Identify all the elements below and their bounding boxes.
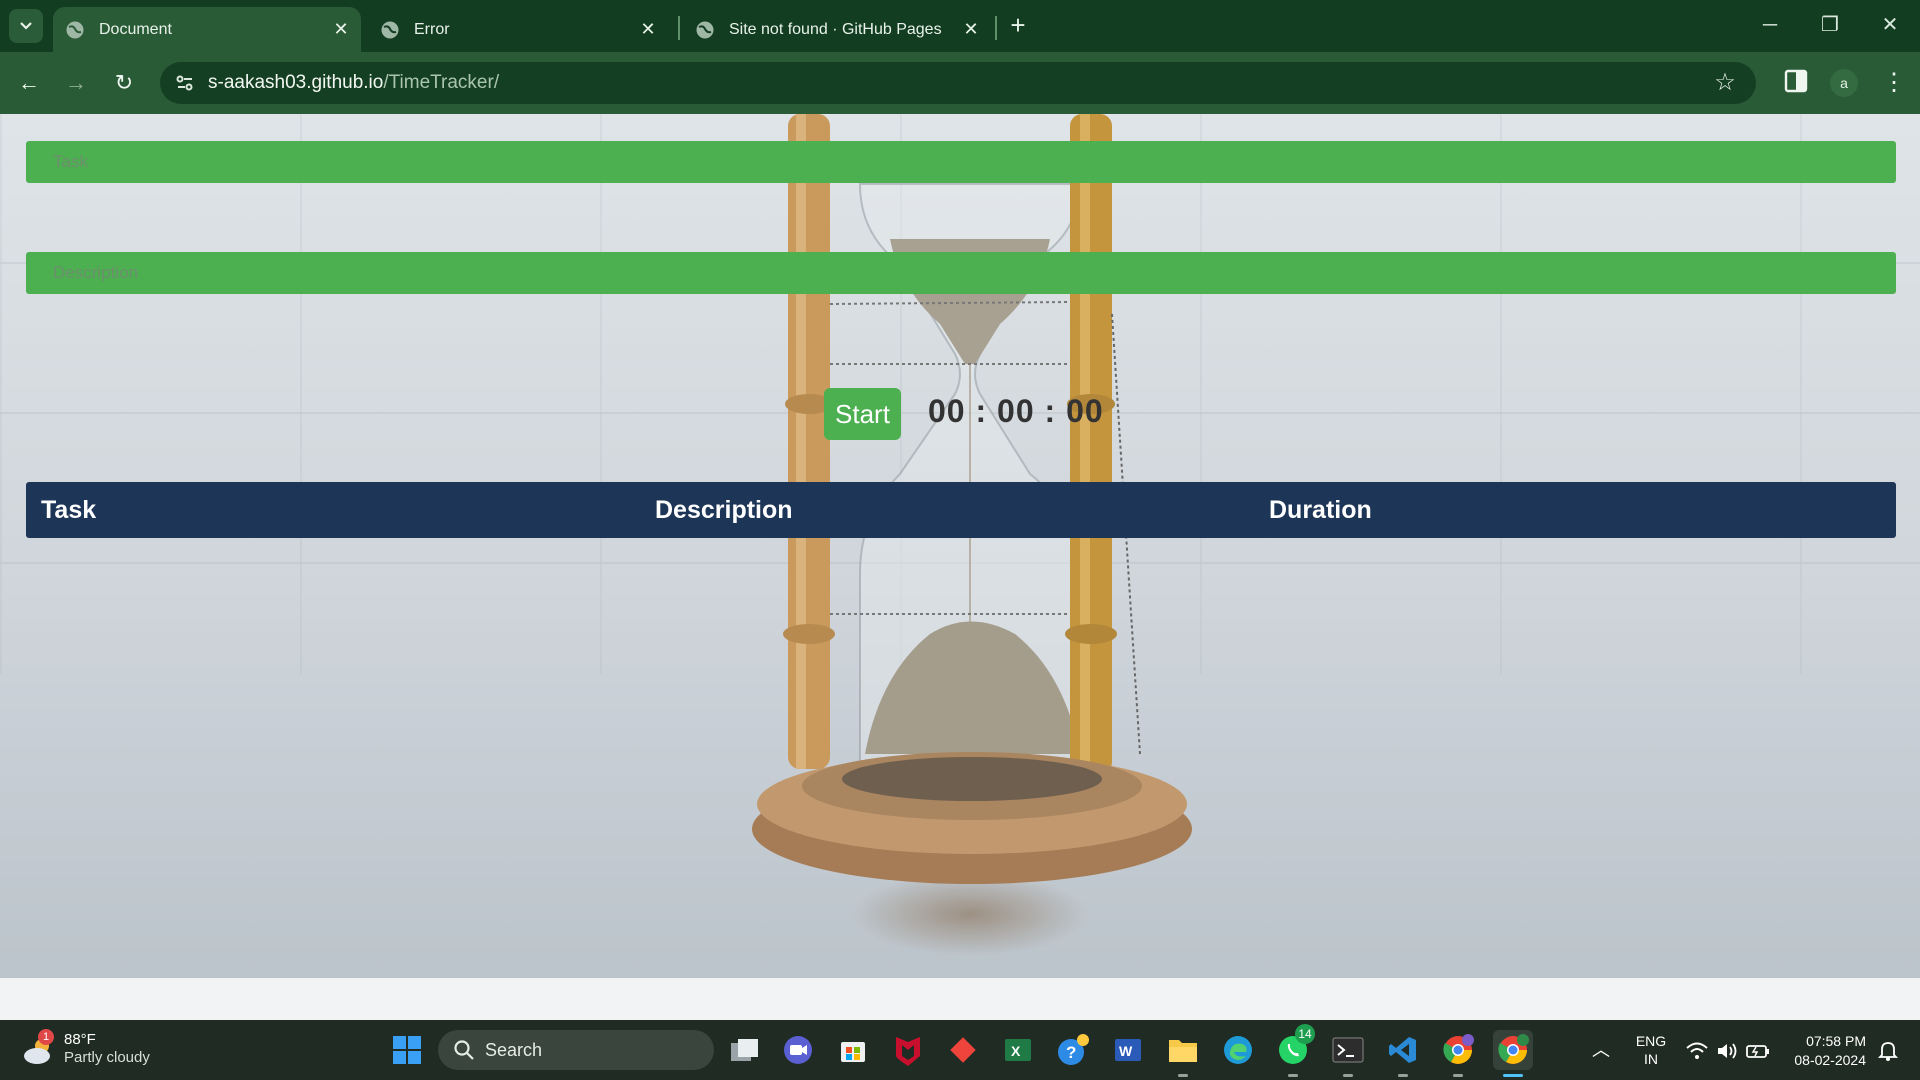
excel-icon[interactable]: X	[998, 1030, 1038, 1070]
new-tab-button[interactable]: +	[1004, 12, 1032, 40]
weather-widget[interactable]: 1 88°F Partly cloudy	[22, 1029, 202, 1071]
globe-icon	[696, 21, 714, 38]
weather-condition: Partly cloudy	[64, 1049, 150, 1066]
meet-icon[interactable]	[778, 1030, 818, 1070]
windows-logo-icon	[393, 1036, 421, 1064]
weather-alert-badge: 1	[38, 1029, 54, 1045]
timer-seconds: 00	[1066, 393, 1104, 429]
whatsapp-unread-badge: 14	[1295, 1024, 1315, 1044]
side-panel-icon[interactable]	[1783, 66, 1809, 96]
show-hidden-icons-chevron-icon[interactable]: ︿	[1592, 1036, 1610, 1062]
globe-icon	[381, 21, 399, 38]
tab-strip: Document ✕ Error ✕ Site not found · GitH…	[0, 0, 1920, 52]
word-icon[interactable]: W	[1108, 1030, 1148, 1070]
microsoft-store-icon[interactable]	[833, 1030, 873, 1070]
tab-title: Site not found · GitHub Pages	[729, 20, 942, 38]
language-line1: ENG	[1635, 1033, 1667, 1049]
svg-text:W: W	[1119, 1043, 1133, 1059]
weather-temp: 88°F	[64, 1031, 96, 1048]
chrome-profile-a-icon[interactable]	[1438, 1030, 1478, 1070]
running-indicator	[1288, 1074, 1298, 1077]
language-line2: IN	[1644, 1051, 1658, 1067]
taskbar: 1 88°F Partly cloudy Search X ? W 14 ︿ E…	[0, 1020, 1920, 1080]
tab-site-not-found[interactable]: Site not found · GitHub Pages ✕	[683, 7, 991, 52]
tab-document[interactable]: Document ✕	[53, 7, 361, 52]
description-input[interactable]: Description	[26, 252, 1896, 294]
help-icon[interactable]: ?	[1053, 1030, 1093, 1070]
page-bottom-area	[0, 978, 1920, 1020]
reload-button[interactable]: ↻	[107, 66, 141, 100]
column-header-task: Task	[41, 496, 97, 524]
tab-error[interactable]: Error ✕	[368, 7, 668, 52]
tab-title: Error	[414, 20, 450, 38]
running-indicator	[1178, 1074, 1188, 1077]
chevron-down-icon	[20, 22, 32, 30]
more-menu-icon[interactable]: ⋮	[1882, 66, 1906, 100]
address-bar[interactable]: s-aakash03.github.io/TimeTracker/ ☆	[160, 62, 1756, 104]
volume-icon[interactable]	[1716, 1041, 1738, 1061]
clock-time: 07:58 PM	[1806, 1033, 1866, 1049]
close-tab-icon[interactable]: ✕	[961, 19, 981, 39]
globe-icon	[66, 21, 84, 38]
timer-display: 00 : 00 : 00	[928, 393, 1104, 429]
tab-divider	[678, 16, 680, 40]
terminal-icon[interactable]	[1328, 1030, 1368, 1070]
running-indicator	[1398, 1074, 1408, 1077]
description-input-placeholder: Description	[53, 263, 139, 282]
active-window-indicator	[1503, 1074, 1523, 1077]
task-input-placeholder: Task	[53, 152, 88, 171]
running-indicator	[1453, 1074, 1463, 1077]
back-button[interactable]: ←	[12, 66, 46, 100]
mcafee-icon[interactable]	[888, 1030, 928, 1070]
url-host: s-aakash03.github.io	[208, 72, 384, 93]
site-info-icon[interactable]	[172, 70, 198, 96]
vscode-icon[interactable]	[1383, 1030, 1423, 1070]
svg-text:?: ?	[1066, 1043, 1076, 1062]
forward-button[interactable]: →	[59, 66, 93, 100]
notification-bell-icon[interactable]	[1878, 1040, 1898, 1062]
start-menu-button[interactable]	[387, 1030, 427, 1070]
profile-avatar[interactable]: a	[1830, 69, 1858, 97]
timer-minutes: 00	[997, 393, 1035, 429]
url-path: /TimeTracker/	[383, 72, 500, 93]
tab-search-button[interactable]	[9, 9, 43, 43]
task-table-header: Task Description Duration	[26, 482, 1896, 538]
battery-icon[interactable]	[1746, 1041, 1770, 1061]
file-explorer-icon[interactable]	[1163, 1030, 1203, 1070]
whatsapp-icon[interactable]: 14	[1273, 1024, 1315, 1070]
page-viewport: Task Description Start 00 : 00 : 00 Task…	[0, 114, 1920, 978]
tab-divider	[995, 16, 997, 40]
close-tab-icon[interactable]: ✕	[331, 19, 351, 39]
task-view-icon[interactable]	[725, 1030, 765, 1070]
chrome-active-icon[interactable]	[1493, 1030, 1533, 1070]
restore-button[interactable]: ❐	[1810, 10, 1850, 40]
task-input[interactable]: Task	[26, 141, 1896, 183]
browser-toolbar: ← → ↻ s-aakash03.github.io/TimeTracker/ …	[0, 52, 1920, 114]
bookmark-star-icon[interactable]: ☆	[1712, 70, 1738, 96]
timer-hours: 00	[928, 393, 966, 429]
clock[interactable]: 07:58 PM 08-02-2024	[1784, 1032, 1866, 1070]
edge-icon[interactable]	[1218, 1030, 1258, 1070]
column-header-description: Description	[655, 496, 793, 524]
language-indicator[interactable]: ENG IN	[1635, 1032, 1667, 1068]
start-button[interactable]: Start	[824, 388, 901, 440]
taskbar-search[interactable]: Search	[438, 1030, 714, 1070]
search-icon	[454, 1040, 474, 1060]
clock-date: 08-02-2024	[1794, 1052, 1866, 1068]
close-window-button[interactable]: ✕	[1870, 10, 1910, 40]
tab-title: Document	[99, 20, 172, 38]
svg-text:X: X	[1011, 1043, 1021, 1059]
url-text: s-aakash03.github.io/TimeTracker/	[208, 72, 499, 94]
wifi-icon[interactable]	[1686, 1041, 1708, 1061]
anydesk-icon[interactable]	[943, 1030, 983, 1070]
column-header-duration: Duration	[1269, 496, 1372, 524]
close-tab-icon[interactable]: ✕	[638, 19, 658, 39]
minimize-button[interactable]: ─	[1750, 10, 1790, 40]
search-label: Search	[485, 1040, 543, 1060]
running-indicator	[1343, 1074, 1353, 1077]
